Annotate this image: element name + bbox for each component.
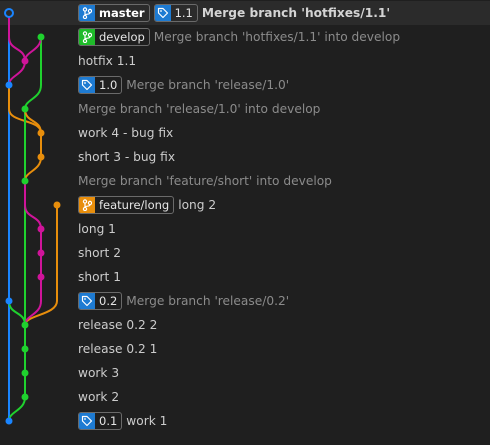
tag-icon xyxy=(79,293,95,309)
commit-row-content: short 3 - bug fix xyxy=(78,145,175,169)
commit-row-content: Merge branch 'release/1.0' into develop xyxy=(78,97,320,121)
commit-message: work 4 - bug fix xyxy=(78,126,174,140)
branch-chip[interactable]: feature/long xyxy=(78,196,175,214)
tag-label: 1.1 xyxy=(174,6,193,20)
commit-node[interactable] xyxy=(21,321,29,329)
tag-label: 0.1 xyxy=(99,414,118,428)
commit-node[interactable] xyxy=(21,369,29,377)
commit-node[interactable] xyxy=(37,225,45,233)
commit-message: Merge branch 'hotfixes/1.1' xyxy=(201,6,391,20)
graph-edge xyxy=(8,12,26,62)
branch-chip[interactable]: master xyxy=(78,4,150,22)
commit-node[interactable] xyxy=(37,249,45,257)
branch-icon xyxy=(79,197,95,213)
commit-message: Merge branch 'release/1.0' into develop xyxy=(78,102,321,116)
branch-icon xyxy=(79,5,95,21)
tag-icon xyxy=(79,77,95,93)
graph-edge xyxy=(8,300,26,326)
commit-row-content: feature/long long 2 xyxy=(78,193,216,217)
commit-node[interactable] xyxy=(37,33,45,41)
commit-row-content: 0.2 Merge branch 'release/0.2' xyxy=(78,289,289,313)
commit-node[interactable] xyxy=(21,57,29,65)
graph-edge xyxy=(8,60,26,86)
commit-node[interactable] xyxy=(37,273,45,281)
graph-edge xyxy=(24,156,42,182)
commit-message: work 3 xyxy=(78,366,120,380)
commit-row-content: master 1.1 Merge branch 'hotfixes/1.1' xyxy=(78,1,390,25)
commit-message: hotfix 1.1 xyxy=(78,54,137,68)
commit-row-content: work 2 xyxy=(78,385,119,409)
commit-node[interactable] xyxy=(5,417,13,425)
commit-node[interactable] xyxy=(4,8,14,18)
commit-message: short 1 xyxy=(78,270,121,284)
commit-message: Merge branch 'feature/short' into develo… xyxy=(78,174,332,188)
commit-row-content: work 4 - bug fix xyxy=(78,121,173,145)
commit-message: Merge branch 'hotfixes/1.1' into develop xyxy=(153,30,401,44)
commit-row-content: 1.0 Merge branch 'release/1.0' xyxy=(78,73,289,97)
commit-row-content: 0.1 work 1 xyxy=(78,409,167,433)
commit-node[interactable] xyxy=(37,153,45,161)
tag-icon xyxy=(79,413,95,429)
commit-node[interactable] xyxy=(53,201,61,209)
tag-chip[interactable]: 0.1 xyxy=(78,412,123,430)
commit-graph xyxy=(4,8,61,425)
commit-message: long 2 xyxy=(178,198,217,212)
graph-edge xyxy=(24,36,42,110)
commit-row-content: release 0.2 2 xyxy=(78,313,157,337)
tag-label: 1.0 xyxy=(99,78,118,92)
commit-message: work 2 xyxy=(78,390,120,404)
commit-row-content: hotfix 1.1 xyxy=(78,49,136,73)
commit-message: long 1 xyxy=(78,222,116,236)
tag-label: 0.2 xyxy=(99,294,118,308)
commit-row-content: short 1 xyxy=(78,265,121,289)
commit-node[interactable] xyxy=(37,129,45,137)
tag-chip[interactable]: 1.0 xyxy=(78,76,123,94)
branch-chip[interactable]: develop xyxy=(78,28,150,46)
commit-message: release 0.2 2 xyxy=(78,318,158,332)
commit-message: short 2 xyxy=(78,246,121,260)
commit-message: Merge branch 'release/0.2' xyxy=(126,294,290,308)
branch-label: master xyxy=(99,6,145,20)
commit-node[interactable] xyxy=(21,177,29,185)
tag-chip[interactable]: 1.1 xyxy=(153,4,198,22)
commit-message: short 3 - bug fix xyxy=(78,150,176,164)
commit-row-content: short 2 xyxy=(78,241,121,265)
commit-row-content: work 3 xyxy=(78,361,119,385)
tag-icon xyxy=(154,5,171,21)
branch-label: develop xyxy=(99,30,145,44)
commit-node[interactable] xyxy=(5,81,13,89)
graph-edge xyxy=(24,36,42,62)
graph-edge xyxy=(24,180,42,230)
commit-message: Merge branch 'release/1.0' xyxy=(126,78,290,92)
commit-row-content: Merge branch 'feature/short' into develo… xyxy=(78,169,332,193)
commit-message: release 0.2 1 xyxy=(78,342,158,356)
branch-icon xyxy=(79,29,95,45)
commit-node[interactable] xyxy=(21,345,29,353)
commit-row-content: develop Merge branch 'hotfixes/1.1' into … xyxy=(78,25,400,49)
tag-chip[interactable]: 0.2 xyxy=(78,292,123,310)
graph-edge xyxy=(8,396,26,422)
commit-message: work 1 xyxy=(126,414,168,428)
commit-node[interactable] xyxy=(5,297,13,305)
commit-node[interactable] xyxy=(21,393,29,401)
commit-row-content: release 0.2 1 xyxy=(78,337,157,361)
branch-label: feature/long xyxy=(99,198,170,212)
commit-node[interactable] xyxy=(21,105,29,113)
commit-row-content: long 1 xyxy=(78,217,116,241)
